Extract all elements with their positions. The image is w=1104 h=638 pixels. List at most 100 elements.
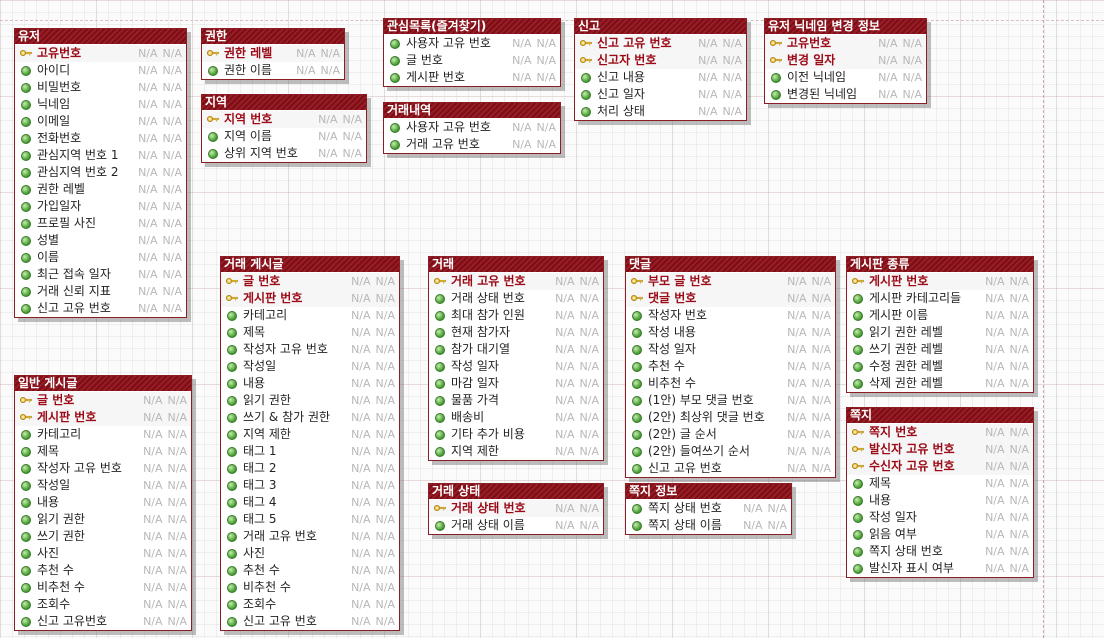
- attribute-row[interactable]: 카테고리 N/A N/A: [221, 307, 399, 324]
- attribute-row[interactable]: 신고 일자 N/A N/A: [575, 86, 746, 103]
- primary-key-row[interactable]: 발신자 고유 번호 N/A N/A: [847, 441, 1033, 458]
- attribute-row[interactable]: 태그 1 N/A N/A: [221, 443, 399, 460]
- entity-title[interactable]: 신고: [575, 19, 746, 34]
- attribute-row[interactable]: 추천 수 N/A N/A: [626, 358, 835, 375]
- attribute-row[interactable]: 삭제 권한 레벨 N/A N/A: [847, 375, 1033, 392]
- attribute-row[interactable]: 닉네임 N/A N/A: [15, 96, 186, 113]
- entity-title[interactable]: 관심목록(즐겨찾기): [384, 19, 560, 34]
- attribute-row[interactable]: 글 번호 N/A N/A: [384, 52, 560, 69]
- attribute-row[interactable]: 비추천 수 N/A N/A: [15, 579, 191, 596]
- attribute-row[interactable]: 관심지역 번호 2 N/A N/A: [15, 164, 186, 181]
- primary-key-row[interactable]: 게시판 번호 N/A N/A: [847, 273, 1033, 290]
- attribute-row[interactable]: 쪽지 상태 번호 N/A N/A: [847, 543, 1033, 560]
- attribute-row[interactable]: (2안) 최상위 댓글 번호 N/A N/A: [626, 409, 835, 426]
- attribute-row[interactable]: 이름 N/A N/A: [15, 249, 186, 266]
- entity-title[interactable]: 거래 상태: [429, 484, 603, 499]
- attribute-row[interactable]: 쓰기 권한 레벨 N/A N/A: [847, 341, 1033, 358]
- attribute-row[interactable]: 기타 추가 비용 N/A N/A: [429, 426, 603, 443]
- attribute-row[interactable]: 추천 수 N/A N/A: [221, 562, 399, 579]
- attribute-row[interactable]: 작성자 고유 번호 N/A N/A: [221, 341, 399, 358]
- primary-key-row[interactable]: 거래 상태 번호 N/A N/A: [429, 500, 603, 517]
- primary-key-row[interactable]: 지역 번호 N/A N/A: [202, 111, 366, 128]
- attribute-row[interactable]: 전화번호 N/A N/A: [15, 130, 186, 147]
- attribute-row[interactable]: 참가 대기열 N/A N/A: [429, 341, 603, 358]
- entity-거래-게시글[interactable]: 거래 게시글 글 번호 N/A N/A 게시판 번호 N/A N/A 카테고리 N/A N/A 제목…: [220, 256, 400, 631]
- attribute-row[interactable]: 태그 5 N/A N/A: [221, 511, 399, 528]
- entity-title[interactable]: 권한: [202, 29, 344, 44]
- entity-쪽지-정보[interactable]: 쪽지 정보 쪽지 상태 번호 N/A N/A 쪽지 상태 이름 N/A N/A: [625, 483, 792, 535]
- erd-canvas[interactable]: 유저 고유번호 N/A N/A 아이디 N/A N/A 비밀번호 N/A N/A 닉네임 N/A N/A…: [0, 0, 1104, 638]
- entity-거래-상태[interactable]: 거래 상태 거래 상태 번호 N/A N/A 거래 상태 이름 N/A N/A: [428, 483, 604, 535]
- attribute-row[interactable]: 수정 권한 레벨 N/A N/A: [847, 358, 1033, 375]
- entity-쪽지[interactable]: 쪽지 쪽지 번호 N/A N/A 발신자 고유 번호 N/A N/A 수신자 고유 번호 N/A…: [846, 407, 1034, 578]
- attribute-row[interactable]: 이메일 N/A N/A: [15, 113, 186, 130]
- primary-key-row[interactable]: 부모 글 번호 N/A N/A: [626, 273, 835, 290]
- attribute-row[interactable]: 지역 이름 N/A N/A: [202, 128, 366, 145]
- attribute-row[interactable]: 비추천 수 N/A N/A: [221, 579, 399, 596]
- primary-key-row[interactable]: 글 번호 N/A N/A: [221, 273, 399, 290]
- primary-key-row[interactable]: 변경 일자 N/A N/A: [765, 52, 926, 69]
- attribute-row[interactable]: 작성자 번호 N/A N/A: [626, 307, 835, 324]
- attribute-row[interactable]: 거래 신뢰 지표 N/A N/A: [15, 283, 186, 300]
- attribute-row[interactable]: 조회수 N/A N/A: [221, 596, 399, 613]
- primary-key-row[interactable]: 게시판 번호 N/A N/A: [221, 290, 399, 307]
- attribute-row[interactable]: (2안) 글 순서 N/A N/A: [626, 426, 835, 443]
- attribute-row[interactable]: 읽기 권한 N/A N/A: [221, 392, 399, 409]
- attribute-row[interactable]: 쓰기 & 참가 권한 N/A N/A: [221, 409, 399, 426]
- attribute-row[interactable]: 태그 3 N/A N/A: [221, 477, 399, 494]
- attribute-row[interactable]: 신고 내용 N/A N/A: [575, 69, 746, 86]
- attribute-row[interactable]: 카테고리 N/A N/A: [15, 426, 191, 443]
- attribute-row[interactable]: 읽기 권한 N/A N/A: [15, 511, 191, 528]
- entity-title[interactable]: 유저: [15, 29, 186, 44]
- attribute-row[interactable]: 이전 닉네임 N/A N/A: [765, 69, 926, 86]
- attribute-row[interactable]: 권한 이름 N/A N/A: [202, 62, 344, 79]
- attribute-row[interactable]: 작성일 N/A N/A: [15, 477, 191, 494]
- entity-title[interactable]: 거래: [429, 257, 603, 272]
- attribute-row[interactable]: 읽음 여부 N/A N/A: [847, 526, 1033, 543]
- attribute-row[interactable]: 작성일 N/A N/A: [221, 358, 399, 375]
- attribute-row[interactable]: 지역 제한 N/A N/A: [221, 426, 399, 443]
- attribute-row[interactable]: 조회수 N/A N/A: [15, 596, 191, 613]
- attribute-row[interactable]: 게시판 이름 N/A N/A: [847, 307, 1033, 324]
- entity-댓글[interactable]: 댓글 부모 글 번호 N/A N/A 댓글 번호 N/A N/A 작성자 번호 N/A N/A 작성…: [625, 256, 836, 478]
- attribute-row[interactable]: 신고 고유번호 N/A N/A: [15, 613, 191, 630]
- attribute-row[interactable]: 프로필 사진 N/A N/A: [15, 215, 186, 232]
- attribute-row[interactable]: 작성 내용 N/A N/A: [626, 324, 835, 341]
- entity-유저[interactable]: 유저 고유번호 N/A N/A 아이디 N/A N/A 비밀번호 N/A N/A 닉네임 N/A N/A…: [14, 28, 187, 318]
- attribute-row[interactable]: 배송비 N/A N/A: [429, 409, 603, 426]
- attribute-row[interactable]: 거래 고유 번호 N/A N/A: [221, 528, 399, 545]
- attribute-row[interactable]: (2안) 들여쓰기 순서 N/A N/A: [626, 443, 835, 460]
- entity-신고[interactable]: 신고 신고 고유 번호 N/A N/A 신고자 번호 N/A N/A 신고 내용 N/A N/A 신…: [574, 18, 747, 121]
- attribute-row[interactable]: 내용 N/A N/A: [847, 492, 1033, 509]
- entity-title[interactable]: 쪽지: [847, 408, 1033, 423]
- attribute-row[interactable]: 쪽지 상태 이름 N/A N/A: [626, 517, 791, 534]
- attribute-row[interactable]: 추천 수 N/A N/A: [15, 562, 191, 579]
- attribute-row[interactable]: 사진 N/A N/A: [15, 545, 191, 562]
- attribute-row[interactable]: 제목 N/A N/A: [221, 324, 399, 341]
- attribute-row[interactable]: 비추천 수 N/A N/A: [626, 375, 835, 392]
- entity-title[interactable]: 지역: [202, 95, 366, 110]
- primary-key-row[interactable]: 글 번호 N/A N/A: [15, 392, 191, 409]
- primary-key-row[interactable]: 수신자 고유 번호 N/A N/A: [847, 458, 1033, 475]
- attribute-row[interactable]: 작성 일자 N/A N/A: [429, 358, 603, 375]
- attribute-row[interactable]: 작성 일자 N/A N/A: [847, 509, 1033, 526]
- entity-일반-게시글[interactable]: 일반 게시글 글 번호 N/A N/A 게시판 번호 N/A N/A 카테고리 N/A N/A 제목…: [14, 375, 192, 631]
- entity-권한[interactable]: 권한 권한 레벨 N/A N/A 권한 이름 N/A N/A: [201, 28, 345, 80]
- attribute-row[interactable]: 현재 참가자 N/A N/A: [429, 324, 603, 341]
- attribute-row[interactable]: 가입일자 N/A N/A: [15, 198, 186, 215]
- attribute-row[interactable]: 제목 N/A N/A: [847, 475, 1033, 492]
- attribute-row[interactable]: 지역 제한 N/A N/A: [429, 443, 603, 460]
- attribute-row[interactable]: 태그 2 N/A N/A: [221, 460, 399, 477]
- attribute-row[interactable]: (1안) 부모 댓글 번호 N/A N/A: [626, 392, 835, 409]
- attribute-row[interactable]: 읽기 권한 레벨 N/A N/A: [847, 324, 1033, 341]
- attribute-row[interactable]: 사용자 고유 번호 N/A N/A: [384, 35, 560, 52]
- attribute-row[interactable]: 비밀번호 N/A N/A: [15, 79, 186, 96]
- entity-유저-닉네임-변경-정보[interactable]: 유저 닉네임 변경 정보 고유번호 N/A N/A 변경 일자 N/A N/A 이전 닉네임 N…: [764, 18, 927, 104]
- attribute-row[interactable]: 거래 고유 번호 N/A N/A: [384, 136, 560, 153]
- entity-게시판-종류[interactable]: 게시판 종류 게시판 번호 N/A N/A 게시판 카테고리들 N/A N/A 게시판 이름 N…: [846, 256, 1034, 393]
- attribute-row[interactable]: 쪽지 상태 번호 N/A N/A: [626, 500, 791, 517]
- attribute-row[interactable]: 거래 상태 이름 N/A N/A: [429, 517, 603, 534]
- primary-key-row[interactable]: 게시판 번호 N/A N/A: [15, 409, 191, 426]
- attribute-row[interactable]: 최근 접속 일자 N/A N/A: [15, 266, 186, 283]
- attribute-row[interactable]: 물품 가격 N/A N/A: [429, 392, 603, 409]
